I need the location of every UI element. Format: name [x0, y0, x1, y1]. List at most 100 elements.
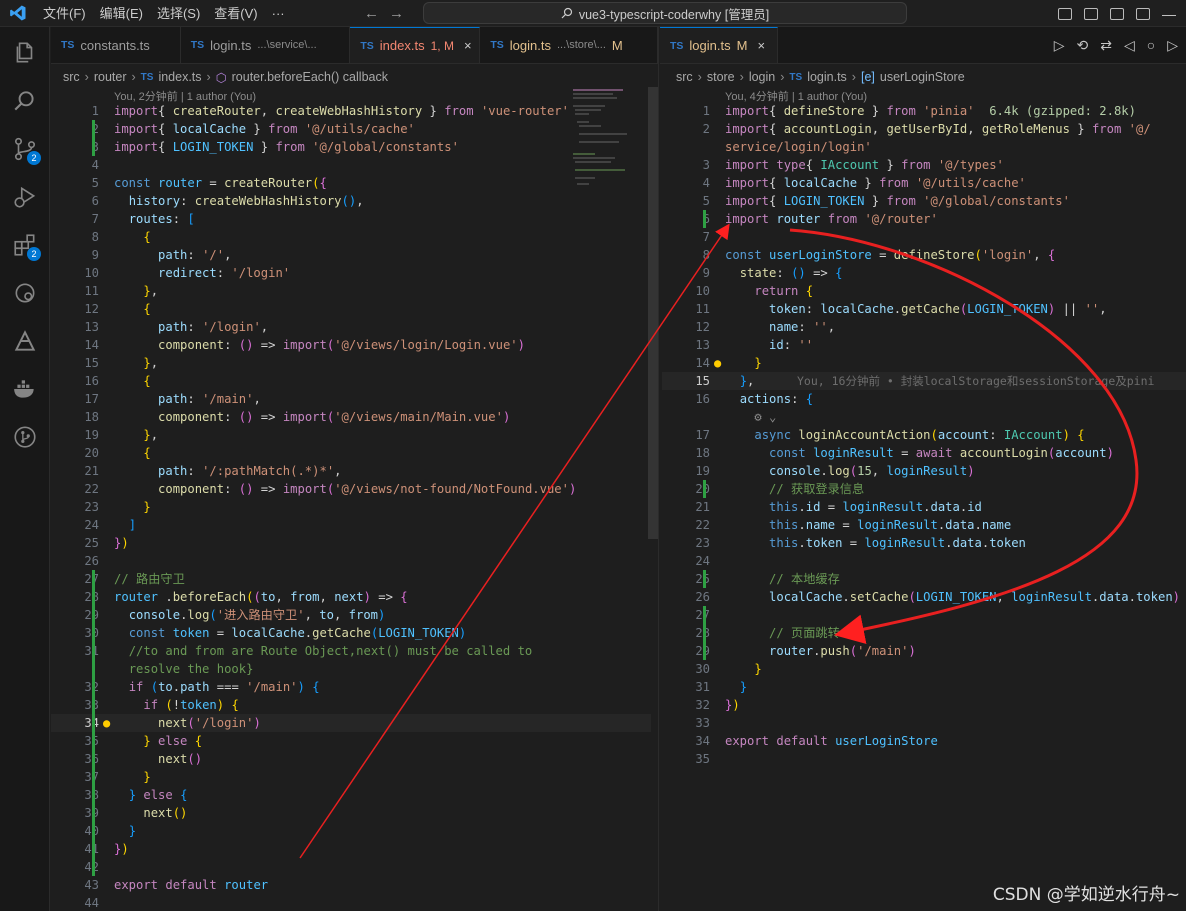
close-icon[interactable]: ×: [464, 38, 472, 53]
customize-layout-icon[interactable]: [1136, 7, 1150, 20]
code-line[interactable]: 20 {: [51, 444, 651, 462]
forward-arrow-icon[interactable]: →: [389, 5, 404, 22]
code-line[interactable]: 29 router.push('/main'): [662, 642, 1186, 660]
code-line[interactable]: 32}): [662, 696, 1186, 714]
code-line[interactable]: 23 }: [51, 498, 651, 516]
run-debug-icon[interactable]: [0, 173, 50, 221]
code-line[interactable]: 3 import{ LOGIN_TOKEN } from '@/global/co…: [51, 138, 651, 156]
code-line[interactable]: service/login/login': [662, 138, 1186, 156]
code-line[interactable]: 33 if (!token) {: [51, 696, 651, 714]
toggle-secondary-sidebar-icon[interactable]: [1110, 7, 1124, 20]
code-line[interactable]: 19 },: [51, 426, 651, 444]
close-icon[interactable]: ×: [757, 38, 765, 53]
code-line[interactable]: 7: [662, 228, 1186, 246]
menu-selection[interactable]: 选择(S): [150, 0, 207, 27]
code-line[interactable]: 43 export default router: [51, 876, 651, 894]
git-branch-icon[interactable]: [0, 413, 50, 461]
code-line[interactable]: 28 // 页面跳转: [662, 624, 1186, 642]
explorer-icon[interactable]: [0, 29, 50, 77]
compare-changes-icon[interactable]: ⇄: [1100, 37, 1112, 54]
code-line[interactable]: 41}): [51, 840, 651, 858]
code-line[interactable]: 4: [51, 156, 651, 174]
code-line[interactable]: 35: [662, 750, 1186, 768]
menu-file[interactable]: 文件(F): [36, 0, 93, 27]
back-arrow-icon[interactable]: ←: [364, 5, 379, 22]
code-line[interactable]: 8 const userLoginStore = defineStore('log…: [662, 246, 1186, 264]
code-line[interactable]: 12 name: '',: [662, 318, 1186, 336]
code-line[interactable]: 13 id: '': [662, 336, 1186, 354]
code-line[interactable]: 20 // 获取登录信息: [662, 480, 1186, 498]
code-line[interactable]: 37 }: [51, 768, 651, 786]
code-line[interactable]: 24 ]: [51, 516, 651, 534]
code-line[interactable]: 29 console.log('进入路由守卫', to, from): [51, 606, 651, 624]
code-line[interactable]: 9 state: () => {: [662, 264, 1186, 282]
code-line[interactable]: 17 path: '/main',: [51, 390, 651, 408]
lightbulb-icon[interactable]: ●: [714, 354, 721, 372]
toggle-sidebar-icon[interactable]: [1058, 7, 1072, 20]
left-minimap[interactable]: [571, 87, 649, 207]
code-line[interactable]: 40 }: [51, 822, 651, 840]
timeline-icon[interactable]: ⟲: [1077, 37, 1089, 54]
code-line[interactable]: 21 this.id = loginResult.data.id: [662, 498, 1186, 516]
code-line[interactable]: 26: [51, 552, 651, 570]
code-line[interactable]: 8 {: [51, 228, 651, 246]
code-line[interactable]: 35 } else {: [51, 732, 651, 750]
code-line[interactable]: 16 {: [51, 372, 651, 390]
split-editor-icon[interactable]: ▷: [1167, 37, 1178, 54]
code-line[interactable]: 27: [662, 606, 1186, 624]
code-line[interactable]: 21 path: '/:pathMatch(.*)*',: [51, 462, 651, 480]
run-icon[interactable]: ▷: [1054, 37, 1065, 54]
code-line[interactable]: 39 next(): [51, 804, 651, 822]
code-line[interactable]: 12 {: [51, 300, 651, 318]
code-line[interactable]: 10 redirect: '/login': [51, 264, 651, 282]
tab-login-store-right[interactable]: TS login.ts M ×: [660, 27, 778, 63]
code-line[interactable]: 15 },: [51, 354, 651, 372]
code-line[interactable]: 19 console.log(15, loginResult): [662, 462, 1186, 480]
code-line[interactable]: 44: [51, 894, 651, 911]
code-line[interactable]: 30 }: [662, 660, 1186, 678]
code-line[interactable]: 22 this.name = loginResult.data.name: [662, 516, 1186, 534]
code-line[interactable]: 1 import{ defineStore } from 'pinia' 6.4k…: [662, 102, 1186, 120]
code-line[interactable]: 34 export default userLoginStore: [662, 732, 1186, 750]
code-line[interactable]: 16 actions: {: [662, 390, 1186, 408]
code-line[interactable]: 10 return {: [662, 282, 1186, 300]
code-line[interactable]: 28router .beforeEach((to, from, next) =>…: [51, 588, 651, 606]
code-line[interactable]: 17 async loginAccountAction(account: IAc…: [662, 426, 1186, 444]
toggle-panel-icon[interactable]: [1084, 7, 1098, 20]
code-line[interactable]: 7 routes: [: [51, 210, 651, 228]
docker-icon[interactable]: [0, 365, 50, 413]
tab-login-store[interactable]: TS login.ts ...\store\... M: [480, 27, 658, 63]
menu-view[interactable]: 查看(V): [207, 0, 264, 27]
code-line[interactable]: 26 localCache.setCache(LOGIN_TOKEN, logi…: [662, 588, 1186, 606]
code-line[interactable]: 22 component: () => import('@/views/not-…: [51, 480, 651, 498]
tab-constants[interactable]: TS constants.ts: [51, 27, 181, 63]
lightbulb-icon[interactable]: ●: [103, 714, 110, 732]
code-line[interactable]: 11 },: [51, 282, 651, 300]
menu-edit[interactable]: 编辑(E): [93, 0, 150, 27]
codelens-icon[interactable]: ⚙ ⌄: [725, 410, 776, 424]
code-line[interactable]: 18 const loginResult = await accountLogi…: [662, 444, 1186, 462]
code-line[interactable]: resolve the hook}: [51, 660, 651, 678]
code-line[interactable]: 6 import router from '@/router': [662, 210, 1186, 228]
code-line[interactable]: 14 ● }: [662, 354, 1186, 372]
code-line[interactable]: 2 import{ accountLogin, getUserById, getR…: [662, 120, 1186, 138]
code-line[interactable]: 4 import{ localCache } from '@/utils/cach…: [662, 174, 1186, 192]
left-code-editor[interactable]: 1 import{ createRouter, createWebHashHist…: [51, 102, 651, 911]
code-line[interactable]: 3 import type{ IAccount } from '@/types': [662, 156, 1186, 174]
code-line[interactable]: 31 }: [662, 678, 1186, 696]
code-line[interactable]: 13 path: '/login',: [51, 318, 651, 336]
git-graph-icon[interactable]: [0, 317, 50, 365]
code-line[interactable]: 11 token: localCache.getCache(LOGIN_TOKE…: [662, 300, 1186, 318]
code-line[interactable]: 24: [662, 552, 1186, 570]
left-scrollbar[interactable]: [648, 87, 658, 539]
code-line[interactable]: 30 const token = localCache.getCache(LOG…: [51, 624, 651, 642]
code-line[interactable]: 1 import{ createRouter, createWebHashHist…: [51, 102, 651, 120]
code-line[interactable]: 6 history: createWebHashHistory(),: [51, 192, 651, 210]
code-line[interactable]: 31 //to and from are Route Object,next()…: [51, 642, 651, 660]
code-line[interactable]: 5 const router = createRouter({: [51, 174, 651, 192]
tab-index[interactable]: TS index.ts 1, M ×: [350, 27, 481, 63]
remote-explorer-icon[interactable]: [0, 269, 50, 317]
extensions-icon[interactable]: 2: [0, 221, 50, 269]
next-change-icon[interactable]: ○: [1147, 37, 1155, 53]
previous-change-icon[interactable]: ◁: [1124, 37, 1135, 54]
